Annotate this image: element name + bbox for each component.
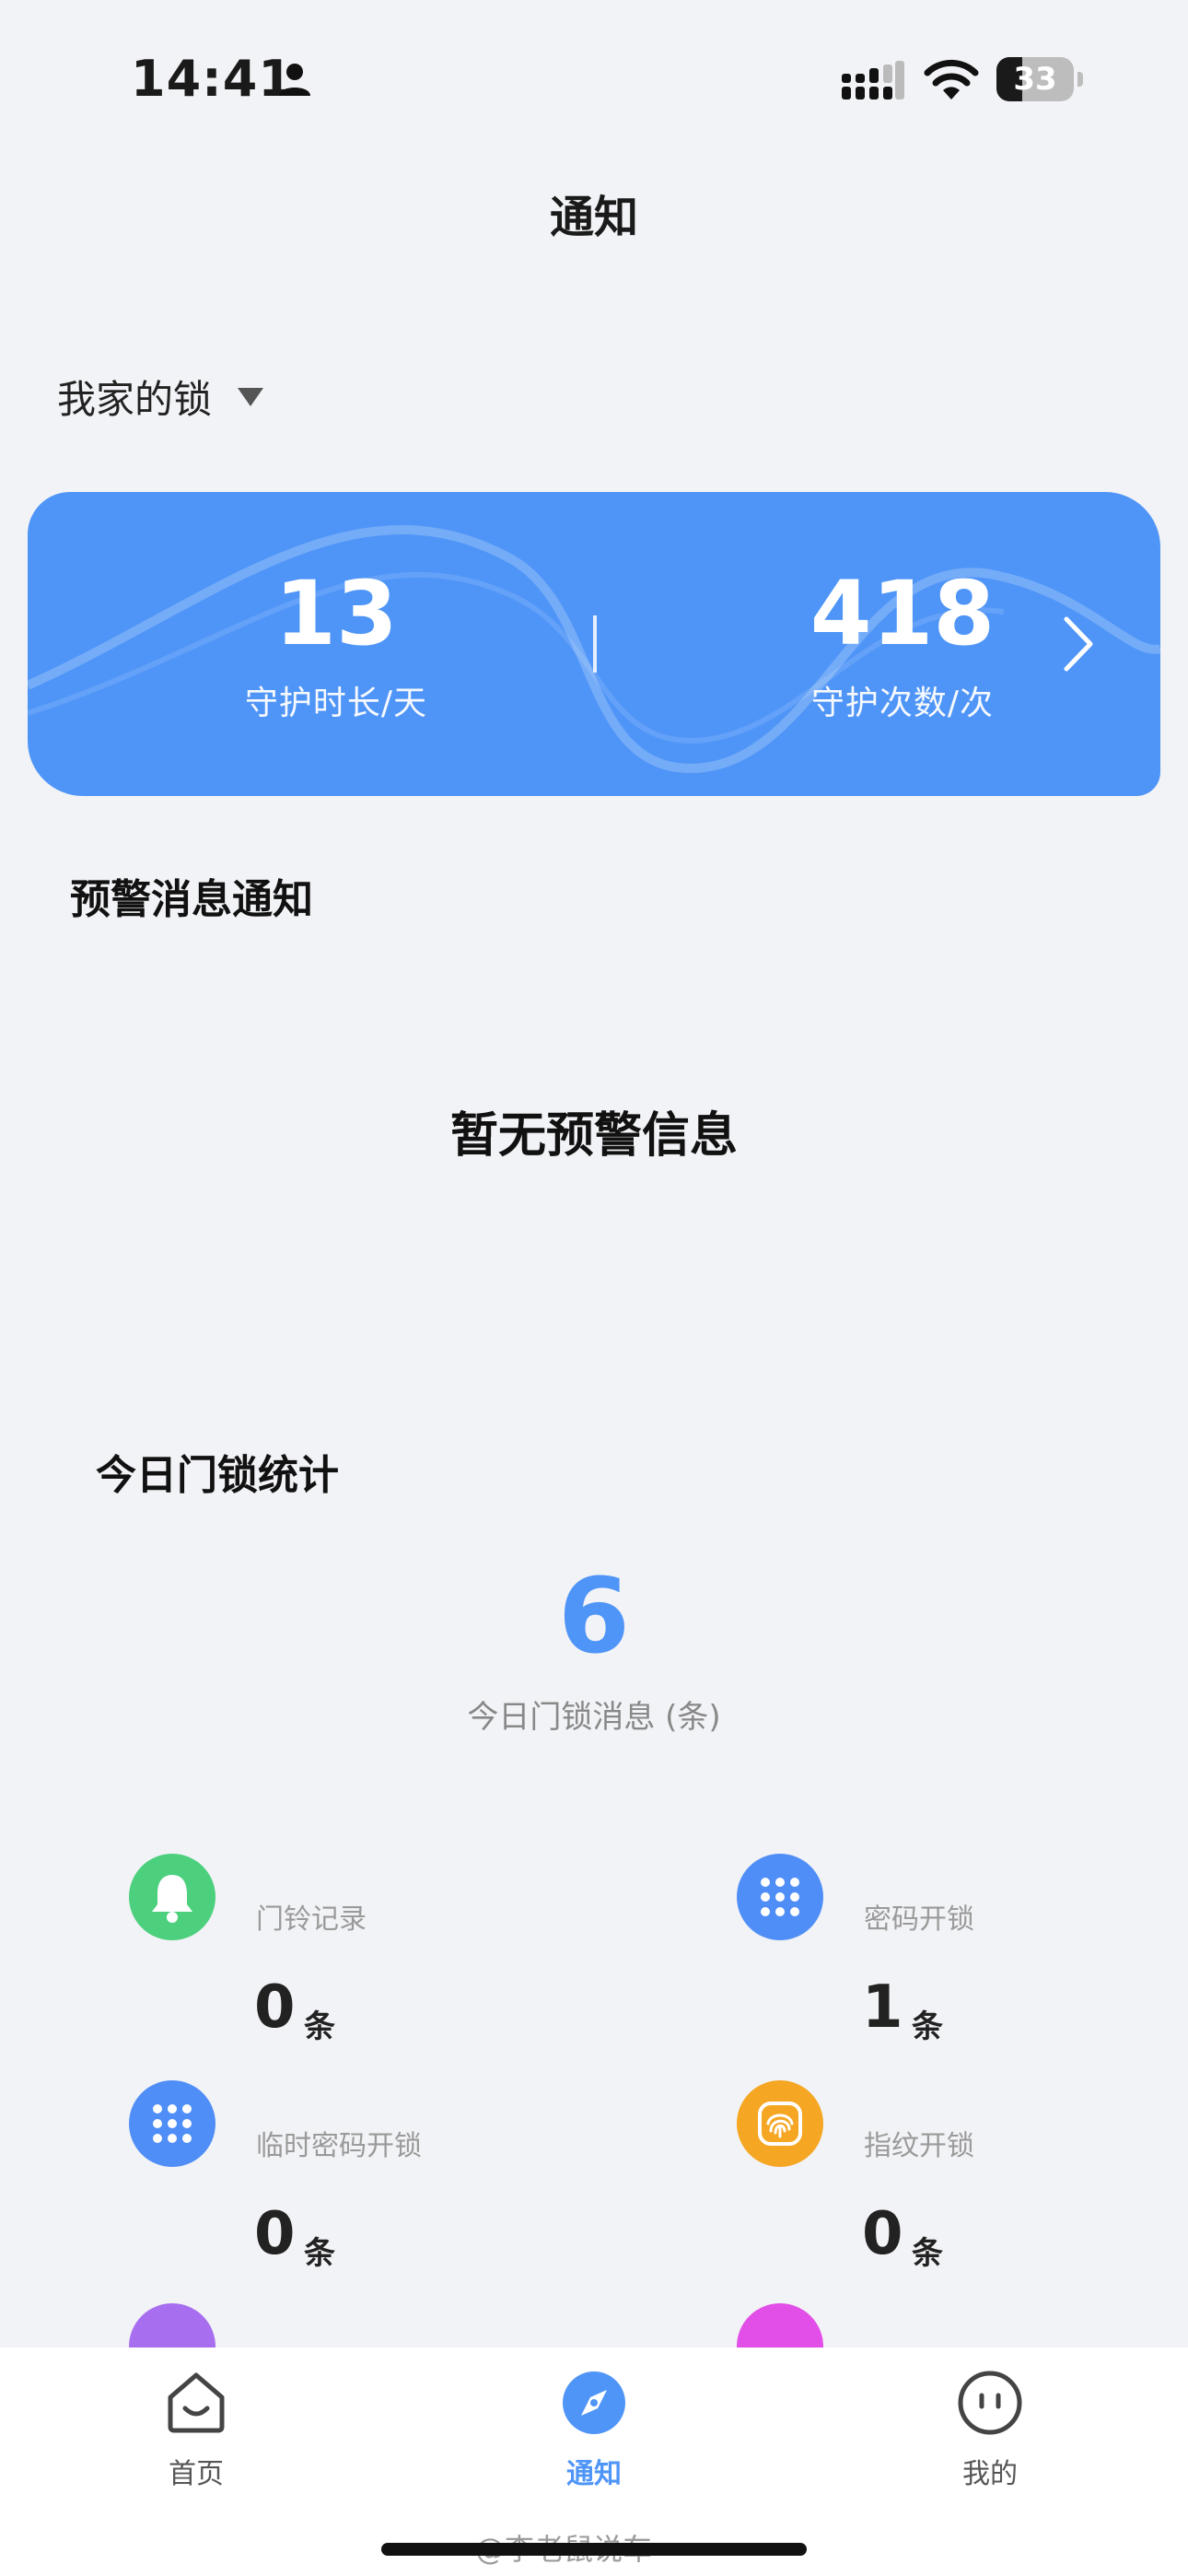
home-icon [168, 2372, 225, 2433]
item-value: 0 [862, 2200, 903, 2268]
item-unit: 条 [912, 2235, 943, 2272]
keypad-icon [737, 1854, 823, 1940]
guard-days-label: 守护时长/天 [244, 685, 428, 722]
chevron-right-icon[interactable] [1059, 612, 1100, 676]
item-label: 门铃记录 [256, 1903, 367, 1936]
page-title: 通知 [549, 192, 638, 243]
temp-password-unlock-item[interactable]: 临时密码开锁 0 条 [129, 2080, 589, 2283]
cellular-signal-icon [842, 61, 904, 100]
guard-times-value: 418 [809, 562, 996, 665]
tab-home[interactable]: 首页 [104, 2368, 288, 2491]
item-unit: 条 [912, 2008, 943, 2045]
battery-percent: 33 [1013, 61, 1057, 98]
password-unlock-item[interactable]: 密码开锁 1 条 [737, 1854, 1188, 2056]
today-stats-title: 今日门锁统计 [96, 1452, 339, 1499]
guard-times-label: 守护次数/次 [810, 685, 995, 722]
item-unit: 条 [304, 2235, 335, 2272]
tab-mine-label: 我的 [962, 2458, 1018, 2490]
item-label: 指纹开锁 [864, 2130, 974, 2162]
today-message-count: 6 [558, 1557, 630, 1677]
guard-days-stat: 13 守护时长/天 [198, 566, 474, 724]
today-message-count-label: 今日门锁消息 (条) [467, 1699, 721, 1736]
tab-mine[interactable]: 我的 [898, 2368, 1082, 2491]
card-divider [593, 615, 597, 673]
person-icon [279, 64, 310, 96]
fingerprint-unlock-item[interactable]: 指纹开锁 0 条 [737, 2080, 1188, 2283]
caret-down-icon [238, 387, 264, 406]
item-value: 1 [862, 1973, 903, 2042]
fingerprint-icon [737, 2080, 823, 2167]
item-unit: 条 [304, 2008, 335, 2045]
home-indicator [381, 2543, 807, 2556]
face-icon [958, 2371, 1022, 2435]
battery-indicator: 33 [996, 57, 1085, 101]
status-time: 14:41 [131, 50, 294, 108]
item-value: 0 [254, 1973, 296, 2042]
tab-home-label: 首页 [169, 2458, 224, 2490]
guard-stats-card[interactable]: 13 守护时长/天 418 守护次数/次 [28, 492, 1160, 796]
guard-times-stat: 418 守护次数/次 [755, 566, 1050, 724]
wifi-icon [924, 59, 979, 100]
item-value: 0 [254, 2200, 296, 2268]
alert-section-title: 预警消息通知 [70, 876, 313, 923]
item-label: 临时密码开锁 [256, 2130, 422, 2162]
keypad-icon [129, 2080, 215, 2167]
tab-notify[interactable]: 通知 [502, 2368, 686, 2491]
lock-selector-label: 我家的锁 [57, 377, 213, 422]
lock-selector[interactable]: 我家的锁 [57, 369, 264, 425]
bell-icon [129, 1854, 215, 1940]
guard-days-value: 13 [274, 562, 398, 665]
empty-alert-message: 暂无预警信息 [449, 1108, 738, 1164]
doorbell-record-item[interactable]: 门铃记录 0 条 [129, 1854, 589, 2056]
compass-icon [563, 2371, 625, 2434]
tab-notify-label: 通知 [566, 2458, 622, 2490]
item-label: 密码开锁 [864, 1903, 974, 1936]
